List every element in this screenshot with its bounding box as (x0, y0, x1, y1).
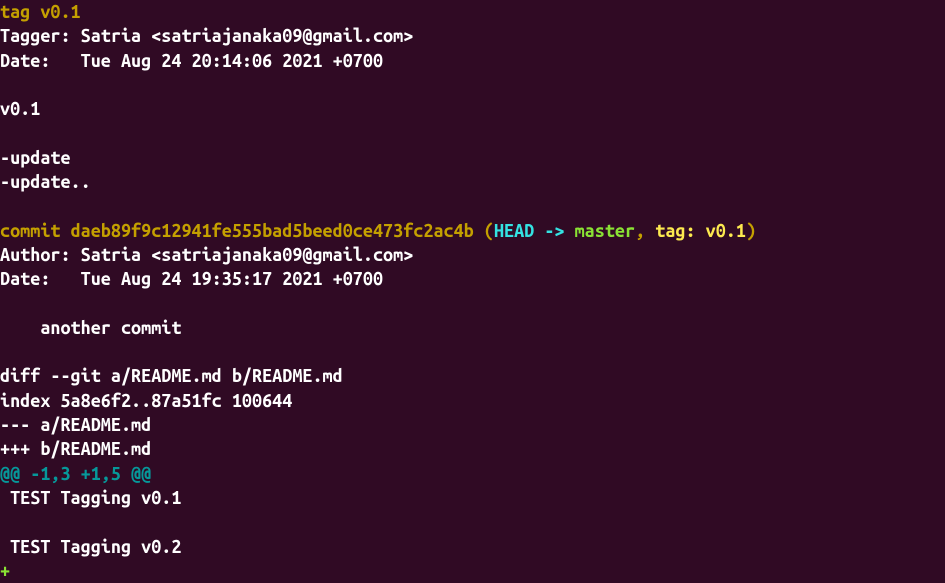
diff-plus-file: +++ b/README.md (0, 439, 151, 459)
diff-index: index 5a8e6f2..87a51fc 100644 (0, 391, 292, 411)
diff-context-2: TEST Tagging v0.2 (0, 537, 181, 557)
commit-hash: daeb89f9c12941fe555bad5beed0ce473fc2ac4b (71, 221, 474, 241)
diff-hunk: @@ -1,3 +1,5 @@ (0, 464, 151, 484)
tag-msg-2: -update.. (0, 172, 91, 192)
commit-prefix: commit (0, 221, 71, 241)
diff-minus-file: --- a/README.md (0, 415, 151, 435)
tag-header-line: tag v0.1 (0, 2, 81, 22)
commit-date-label: Date: (0, 269, 81, 289)
tag-date-label: Date: (0, 51, 81, 71)
author-label: Author: (0, 245, 81, 265)
tag-ref: tag: v0.1 (655, 221, 746, 241)
tagger-label: Tagger: (0, 26, 81, 46)
terminal-output: tag v0.1 Tagger: Satria <satriajanaka09@… (0, 0, 945, 583)
paren-close: ) (746, 221, 756, 241)
tag-date-value: Tue Aug 24 20:14:06 2021 +0700 (81, 51, 383, 71)
branch-name: master (575, 221, 635, 241)
tagger-value: Satria <satriajanaka09@gmail.com> (81, 26, 414, 46)
tag-msg-1: -update (0, 148, 71, 168)
author-value: Satria <satriajanaka09@gmail.com> (81, 245, 414, 265)
diff-header: diff --git a/README.md b/README.md (0, 366, 343, 386)
head-ref: HEAD -> (494, 221, 575, 241)
commit-date-value: Tue Aug 24 19:35:17 2021 +0700 (81, 269, 383, 289)
paren-open: ( (474, 221, 494, 241)
commit-message: another commit (0, 318, 181, 338)
comma-sep: , (635, 221, 655, 241)
diff-context-1: TEST Tagging v0.1 (0, 488, 181, 508)
tag-version: v0.1 (0, 99, 40, 119)
diff-added-empty: + (0, 561, 10, 581)
